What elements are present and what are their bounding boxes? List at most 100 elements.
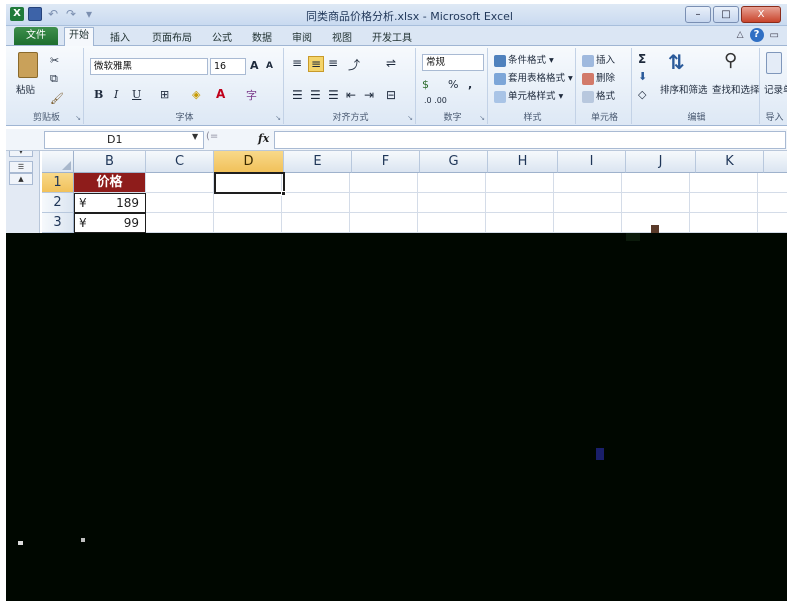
undo-icon[interactable]: ↶	[46, 7, 60, 21]
format-painter-icon[interactable]: 🖌	[50, 92, 64, 105]
fill-color-icon[interactable]: ◈	[192, 88, 200, 101]
column-header-d[interactable]: D	[214, 151, 284, 173]
decimal-buttons[interactable]: .0 .00	[424, 96, 447, 105]
wrap-text-icon[interactable]: ⇌	[386, 56, 396, 70]
phonetic-icon[interactable]: 字	[246, 87, 257, 103]
shrink-font-button[interactable]: A	[266, 61, 273, 71]
select-all-corner[interactable]	[42, 151, 74, 173]
tab-data[interactable]: 数据	[248, 29, 276, 44]
cell-b3[interactable]: ¥ 99	[74, 213, 146, 233]
cell-styles-button[interactable]: 单元格样式 ▾	[494, 88, 563, 103]
ribbon-collapse-icon[interactable]: △	[737, 30, 744, 40]
number-launcher-icon[interactable]: ↘	[479, 114, 485, 122]
format-cells-button[interactable]: 格式	[582, 88, 615, 103]
paste-button[interactable]: 粘贴	[16, 82, 35, 96]
fill-handle[interactable]	[281, 191, 286, 196]
column-header-e[interactable]: E	[284, 151, 352, 173]
copy-icon[interactable]: ⧉	[50, 72, 58, 86]
format-as-table-button[interactable]: 套用表格格式 ▾	[494, 70, 573, 85]
name-box[interactable]: D1	[44, 131, 204, 149]
clear-icon[interactable]: ◇	[638, 88, 646, 101]
formula-cancel-icon[interactable]: (=	[206, 131, 218, 142]
align-right-icon[interactable]: ☰	[328, 88, 339, 102]
tab-page-layout[interactable]: 页面布局	[148, 29, 196, 44]
font-color-icon[interactable]: A	[216, 87, 225, 101]
accounting-format-icon[interactable]: $	[422, 78, 429, 91]
tab-file[interactable]: 文件	[14, 27, 58, 45]
align-middle-icon[interactable]: ≡	[308, 56, 325, 72]
borders-icon[interactable]: ⊞	[160, 88, 169, 101]
sort-filter-button[interactable]: 排序和筛选	[660, 82, 708, 96]
active-cell-d1[interactable]	[214, 172, 285, 194]
panel-icon[interactable]: ☰	[9, 161, 33, 173]
window-controls: – □ X	[685, 6, 781, 23]
customize-qat-icon[interactable]: ▾	[82, 7, 96, 21]
autosum-button[interactable]: Σ	[638, 52, 646, 66]
align-left-icon[interactable]: ☰	[292, 88, 303, 102]
tab-insert[interactable]: 插入	[106, 29, 134, 44]
fill-icon[interactable]: ⬇	[638, 70, 647, 83]
comma-button[interactable]: ,	[468, 78, 472, 91]
column-header-h[interactable]: H	[488, 151, 558, 173]
font-size-field[interactable]: 16	[210, 58, 246, 75]
percent-button[interactable]: %	[448, 78, 458, 91]
cell-b1[interactable]: 价格	[74, 173, 146, 193]
save-icon[interactable]	[28, 7, 42, 21]
name-box-dropdown-icon[interactable]: ▼	[192, 132, 198, 141]
cut-icon[interactable]: ✂	[50, 54, 59, 67]
workbook-minimize-icon[interactable]: ▭	[770, 30, 779, 41]
alignment-launcher-icon[interactable]: ↘	[407, 114, 413, 122]
delete-cells-button[interactable]: 删除	[582, 70, 615, 85]
record-form-icon[interactable]	[766, 52, 782, 74]
row-header-1[interactable]: 1	[42, 173, 74, 193]
orientation-icon[interactable]: ⤴	[348, 56, 360, 73]
column-header-j[interactable]: J	[626, 151, 696, 173]
close-button[interactable]: X	[741, 6, 781, 23]
find-select-button[interactable]: 查找和选择	[712, 82, 760, 96]
tab-formulas[interactable]: 公式	[208, 29, 236, 44]
column-header-b[interactable]: B	[74, 151, 146, 173]
decrease-indent-icon[interactable]: ⇤	[346, 88, 356, 102]
column-header-g[interactable]: G	[420, 151, 488, 173]
sort-filter-icon[interactable]: ⇅	[668, 50, 685, 74]
column-header-k[interactable]: K	[696, 151, 764, 173]
number-format-field[interactable]: 常规	[422, 54, 484, 71]
merge-center-icon[interactable]: ⊟	[386, 88, 396, 102]
paste-icon[interactable]	[18, 52, 38, 78]
font-launcher-icon[interactable]: ↘	[275, 114, 281, 122]
tab-view[interactable]: 视图	[328, 29, 356, 44]
expand-up-icon[interactable]: ▲	[9, 173, 33, 185]
excel-logo-icon[interactable]: X	[10, 7, 24, 21]
align-top-icon[interactable]: ≡	[292, 56, 302, 70]
column-header-partial[interactable]	[764, 151, 787, 173]
column-header-f[interactable]: F	[352, 151, 420, 173]
increase-indent-icon[interactable]: ⇥	[364, 88, 374, 102]
column-header-i[interactable]: I	[558, 151, 626, 173]
formula-input[interactable]	[274, 131, 786, 149]
conditional-format-button[interactable]: 条件格式 ▾	[494, 52, 554, 67]
align-bottom-icon[interactable]: ≡	[328, 56, 338, 70]
italic-button[interactable]: I	[114, 88, 118, 101]
tab-developer[interactable]: 开发工具	[368, 29, 416, 44]
align-center-icon[interactable]: ☰	[310, 88, 321, 102]
insert-function-button[interactable]: fx	[258, 132, 269, 145]
tab-home[interactable]: 开始	[64, 27, 94, 46]
row-header-2[interactable]: 2	[42, 193, 74, 213]
cell-b2[interactable]: ¥ 189	[74, 193, 146, 213]
maximize-button[interactable]: □	[713, 6, 739, 23]
record-form-button[interactable]: 记录单	[764, 82, 787, 96]
row-header-3[interactable]: 3	[42, 213, 74, 233]
find-select-icon[interactable]: ⚲	[724, 50, 737, 71]
grow-font-button[interactable]: A	[250, 59, 259, 72]
insert-cells-button[interactable]: 插入	[582, 52, 615, 67]
column-header-c[interactable]: C	[146, 151, 214, 173]
underline-button[interactable]: U	[132, 88, 141, 101]
redo-icon[interactable]: ↷	[64, 7, 78, 21]
help-icon[interactable]: ?	[749, 28, 764, 42]
minimize-button[interactable]: –	[685, 6, 711, 23]
bold-button[interactable]: B	[94, 88, 103, 101]
tab-review[interactable]: 审阅	[288, 29, 316, 44]
currency-symbol: ¥	[79, 196, 87, 210]
clipboard-launcher-icon[interactable]: ↘	[75, 114, 81, 122]
font-name-field[interactable]: 微软雅黑	[90, 58, 208, 75]
